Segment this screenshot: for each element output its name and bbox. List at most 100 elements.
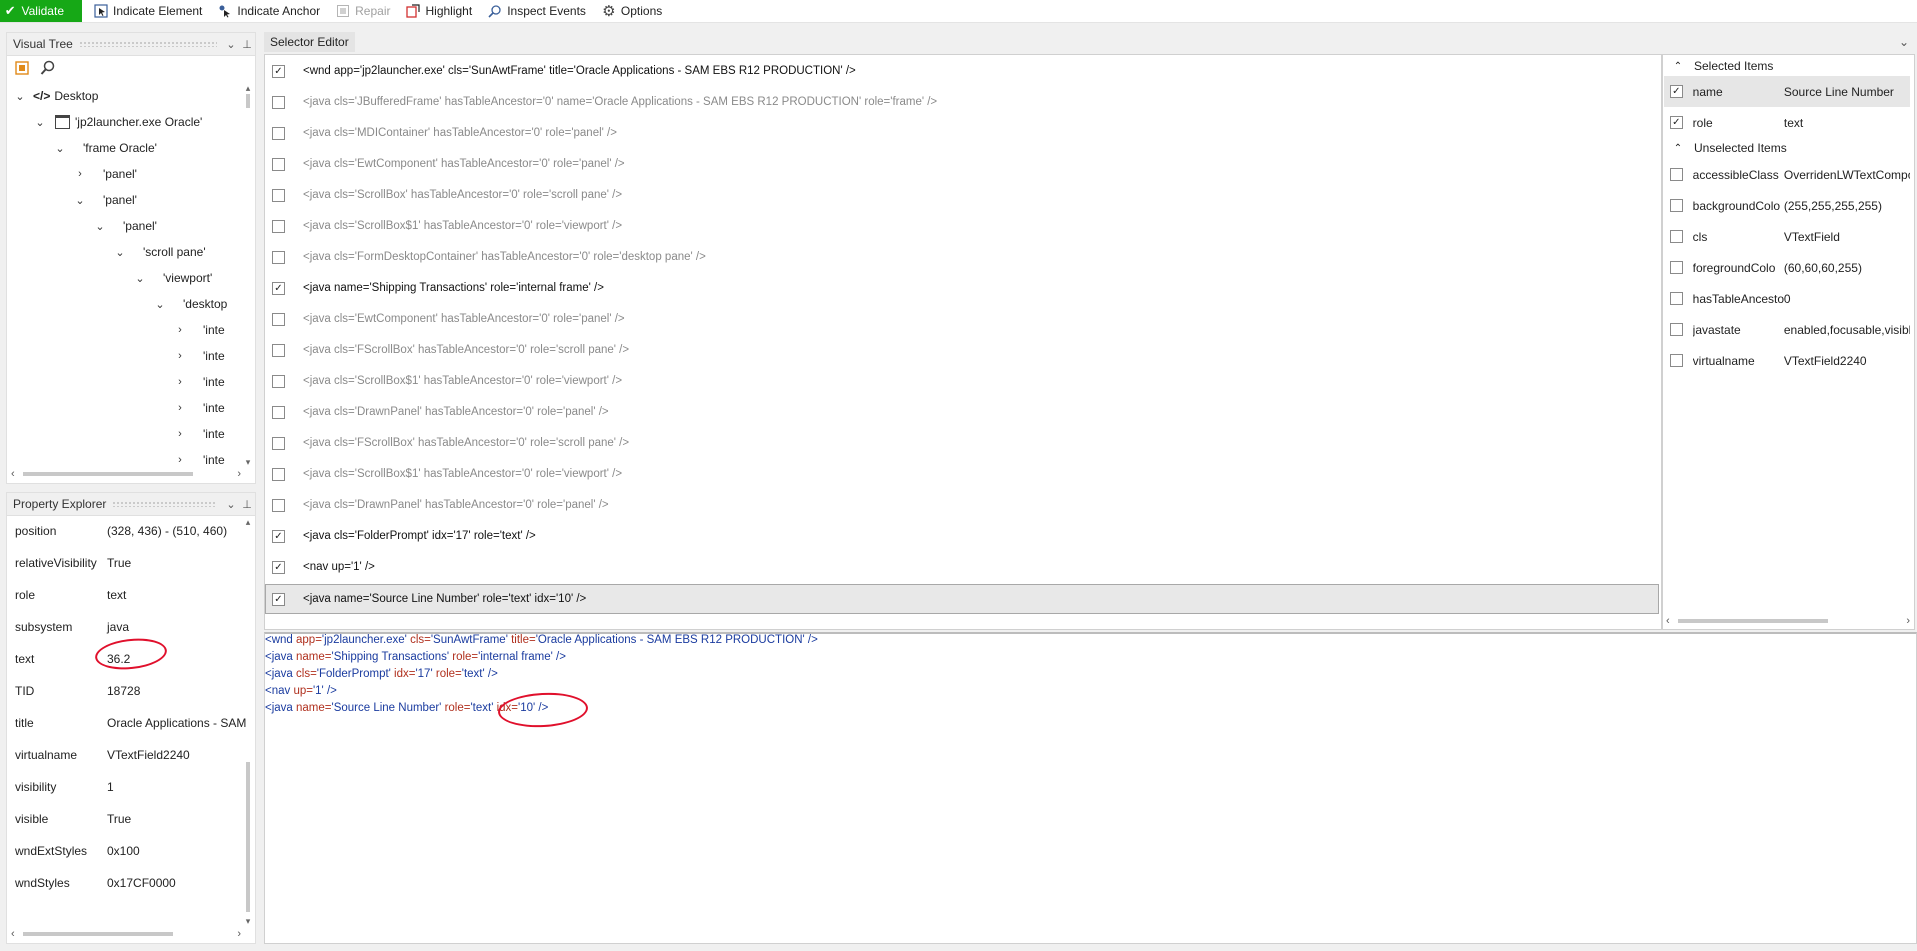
attribute-checkbox[interactable] — [1670, 354, 1683, 367]
tree-node[interactable]: ›'inte — [171, 343, 224, 369]
chevron-down-icon[interactable]: ⌄ — [1899, 35, 1909, 49]
attribute-row[interactable]: virtualname VTextField2240 — [1664, 345, 1910, 376]
tree-node[interactable]: ⌄'desktop — [151, 291, 227, 317]
selector-checkbox[interactable] — [272, 405, 285, 419]
scroll-right-icon[interactable]: › — [237, 928, 241, 940]
selector-checkbox[interactable] — [272, 498, 285, 512]
selector-checkbox[interactable] — [272, 467, 285, 481]
selector-checkbox[interactable] — [272, 374, 285, 388]
tree-node[interactable]: ⌄ 'frame Oracle' — [51, 135, 157, 161]
property-row[interactable]: relativeVisibility True — [15, 550, 131, 576]
selector-row-selected[interactable]: ✓ <java name='Source Line Number' role='t… — [265, 584, 1659, 614]
property-horizontal-scrollbar[interactable]: ‹ › — [11, 927, 241, 941]
selector-row[interactable]: ✓ <nav up='1' /> — [220, 552, 1656, 582]
selector-row[interactable]: <java cls='EwtComponent' hasTableAncesto… — [220, 304, 1656, 334]
highlight-button[interactable]: Highlight — [402, 0, 476, 22]
panel-grip[interactable] — [112, 501, 217, 507]
scroll-thumb[interactable] — [246, 762, 250, 912]
selector-row[interactable]: <java cls='FormDesktopContainer' hasTabl… — [220, 242, 1656, 272]
attribute-row[interactable]: cls VTextField — [1664, 221, 1910, 252]
selector-row[interactable]: <java cls='JBufferedFrame' hasTableAnces… — [220, 87, 1656, 117]
chevron-down-icon[interactable]: ⌄ — [91, 220, 109, 233]
selector-row[interactable]: ✓ <wnd app='jp2launcher.exe' cls='SunAwtF… — [220, 56, 1656, 86]
selector-checkbox[interactable]: ✓ — [272, 592, 285, 606]
selector-checkbox[interactable] — [272, 436, 285, 450]
repair-button[interactable]: Repair — [332, 0, 394, 22]
selector-row[interactable]: <java cls='FScrollBox' hasTableAncestor=… — [220, 428, 1656, 458]
attribute-row[interactable]: accessibleClass OverridenLWTextCompo — [1664, 159, 1910, 190]
chevron-down-icon[interactable]: ⌄ — [31, 116, 49, 129]
selector-checkbox[interactable] — [272, 157, 285, 171]
chevron-up-icon[interactable]: ⌃ — [1670, 61, 1686, 72]
selector-checkbox[interactable]: ✓ — [272, 560, 285, 574]
scroll-thumb[interactable] — [22, 932, 173, 936]
panel-grip[interactable] — [78, 41, 217, 47]
tree-node[interactable]: ›'inte — [171, 421, 224, 447]
scroll-left-icon[interactable]: ‹ — [11, 468, 15, 480]
chevron-down-icon[interactable]: ⌄ — [131, 272, 149, 285]
scroll-right-icon[interactable]: › — [1906, 615, 1910, 627]
selector-checkbox[interactable]: ✓ — [272, 281, 285, 295]
selected-items-header[interactable]: ⌃ Selected Items — [1664, 56, 1774, 76]
property-row[interactable]: visibility 1 — [15, 774, 114, 800]
property-row[interactable]: TID 18728 — [15, 678, 140, 704]
chevron-down-icon[interactable]: ⌄ — [111, 246, 129, 259]
selector-checkbox[interactable] — [272, 312, 285, 326]
tree-node[interactable]: › 'panel' — [71, 161, 137, 187]
chevron-right-icon[interactable]: › — [171, 324, 189, 336]
scroll-left-icon[interactable]: ‹ — [1666, 615, 1670, 627]
property-row[interactable]: subsystem java — [15, 614, 129, 640]
chevron-down-icon[interactable]: ⌄ — [71, 194, 89, 207]
selector-checkbox[interactable] — [272, 188, 285, 202]
chevron-down-icon[interactable]: ⌄ — [51, 142, 69, 155]
validate-button[interactable]: ✔ Validate — [0, 0, 82, 22]
tree-node[interactable]: ›'inte — [171, 447, 224, 468]
selector-checkbox[interactable] — [272, 126, 285, 140]
chevron-down-icon[interactable]: ⌄ — [151, 298, 169, 311]
chevron-right-icon[interactable]: › — [171, 376, 189, 388]
property-row[interactable]: title Oracle Applications - SAM — [15, 710, 246, 736]
scroll-down-icon[interactable]: ▾ — [243, 916, 253, 927]
attributes-horizontal-scrollbar[interactable]: ‹ › — [1666, 614, 1910, 628]
search-icon[interactable] — [39, 59, 57, 77]
tree-node[interactable]: ⌄ 'panel' — [71, 187, 137, 213]
selector-row[interactable]: <java cls='ScrollBox$1' hasTableAncestor… — [220, 459, 1656, 489]
scroll-thumb[interactable] — [1677, 619, 1828, 623]
attribute-checkbox[interactable] — [1670, 168, 1683, 181]
tree-node[interactable]: ›'inte — [171, 369, 224, 395]
locate-element-icon[interactable] — [13, 59, 31, 77]
attribute-checkbox[interactable]: ✓ — [1670, 116, 1683, 129]
selector-checkbox[interactable] — [272, 250, 285, 264]
attribute-checkbox[interactable] — [1670, 323, 1683, 336]
selector-row[interactable]: <java cls='FScrollBox' hasTableAncestor=… — [220, 335, 1656, 365]
attribute-row[interactable]: ✓ role text — [1664, 107, 1910, 138]
indicate-element-button[interactable]: Indicate Element — [90, 0, 206, 22]
selector-row[interactable]: <java cls='DrawnPanel' hasTableAncestor=… — [220, 397, 1656, 427]
selector-code-panel[interactable] — [264, 632, 1917, 944]
selector-checkbox[interactable]: ✓ — [272, 64, 285, 78]
attribute-row[interactable]: hasTableAncesto 0 — [1664, 283, 1910, 314]
tree-node[interactable]: ⌄ 'viewport' — [131, 265, 212, 291]
chevron-right-icon[interactable]: › — [171, 350, 189, 362]
chevron-right-icon[interactable]: › — [171, 428, 189, 440]
selector-checkbox[interactable]: ✓ — [272, 529, 285, 543]
selector-row[interactable]: <java cls='MDIContainer' hasTableAncesto… — [220, 118, 1656, 148]
property-row[interactable]: visible True — [15, 806, 131, 832]
selector-row[interactable]: <java cls='ScrollBox$1' hasTableAncestor… — [220, 366, 1656, 396]
attribute-checkbox[interactable] — [1670, 261, 1683, 274]
selector-checkbox[interactable] — [272, 219, 285, 233]
property-row[interactable]: wndStyles 0x17CF0000 — [15, 870, 176, 896]
scroll-left-icon[interactable]: ‹ — [11, 928, 15, 940]
attribute-row[interactable]: javastate enabled,focusable,visibl — [1664, 314, 1910, 345]
selector-row[interactable]: <java cls='EwtComponent' hasTableAncesto… — [220, 149, 1656, 179]
attribute-checkbox[interactable] — [1670, 199, 1683, 212]
selector-row[interactable]: ✓ <java cls='FolderPrompt' idx='17' role=… — [220, 521, 1656, 551]
pin-icon[interactable]: ⊥ — [239, 38, 255, 51]
unselected-items-header[interactable]: ⌃ Unselected Items — [1664, 138, 1787, 158]
chevron-down-icon[interactable]: ⌄ — [223, 38, 239, 51]
chevron-down-icon[interactable]: ⌄ — [11, 90, 29, 103]
selector-row[interactable]: ✓ <java name='Shipping Transactions' role… — [220, 273, 1656, 303]
tree-node[interactable]: ⌄ 'panel' — [91, 213, 157, 239]
attribute-checkbox[interactable]: ✓ — [1670, 85, 1683, 98]
attribute-row[interactable]: foregroundColo (60,60,60,255) — [1664, 252, 1910, 283]
